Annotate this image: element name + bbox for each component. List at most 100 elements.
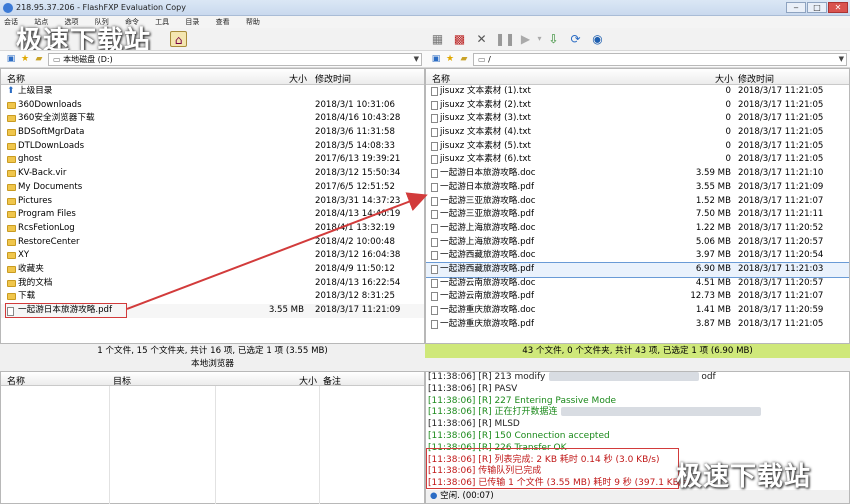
col-size[interactable]: 大小 — [715, 72, 733, 85]
file-size: 5.06 MB — [695, 236, 731, 247]
file-row[interactable]: 下载 2018/3/12 8:31:25 — [1, 290, 424, 304]
file-row[interactable]: jisuxz 文本素材 (5).txt 0 2018/3/17 11:21:05 — [426, 140, 849, 154]
folder-icon — [7, 224, 16, 232]
remote-file-panel: 名称 大小 修改时间 jisuxz 文本素材 (1).txt 0 2018/3/17… — [425, 68, 850, 344]
file-row[interactable]: 一起游上海旅游攻略.doc 1.22 MB 2018/3/17 11:20:52 — [426, 222, 849, 236]
file-size: 3.55 MB — [695, 181, 731, 192]
chevron-down-icon[interactable]: ▼ — [839, 54, 844, 65]
col-date[interactable]: 修改时间 — [738, 72, 774, 85]
file-date: 2018/3/17 11:21:07 — [738, 291, 824, 302]
col-note[interactable]: 备注 — [323, 374, 341, 387]
file-row[interactable]: RestoreCenter 2018/4/2 10:00:48 — [1, 236, 424, 250]
file-size: 3.97 MB — [695, 250, 731, 261]
file-size: 1.41 MB — [695, 305, 731, 315]
file-name: 一起游日本旅游攻略.pdf — [440, 181, 535, 192]
file-row[interactable]: 一起游云南旅游攻略.pdf 12.73 MB 2018/3/17 11:21:07 — [426, 290, 849, 304]
home-icon[interactable]: ⌂ — [170, 31, 187, 47]
file-row[interactable]: 收藏夹 2018/4/9 11:50:12 — [1, 263, 424, 277]
file-icon — [431, 264, 438, 274]
folder-up-icon[interactable]: ▰ — [459, 54, 469, 64]
file-row[interactable]: BDSoftMgrData 2018/3/6 11:31:58 — [1, 126, 424, 140]
file-date: 2018/4/9 11:50:12 — [315, 263, 395, 274]
file-date: 2018/3/5 14:08:33 — [315, 140, 395, 151]
file-size: 0 — [725, 127, 731, 138]
file-row[interactable]: jisuxz 文本素材 (6).txt 0 2018/3/17 11:21:05 — [426, 153, 849, 167]
drive-icon: ▭ — [53, 55, 64, 64]
close-button[interactable]: ✕ — [828, 2, 848, 13]
col-name[interactable]: 名称 — [7, 72, 25, 85]
file-row[interactable]: 360Downloads 2018/3/1 10:31:06 — [1, 99, 424, 113]
file-size: 0 — [725, 86, 731, 96]
col-name[interactable]: 名称 — [7, 374, 25, 387]
file-row[interactable]: My Documents 2017/6/5 12:51:52 — [1, 181, 424, 195]
log-line: [11:38:06] [R] 227 Entering Passive Mode — [426, 396, 849, 408]
connect-icon[interactable]: ▦ — [429, 31, 446, 47]
log-line: [11:38:06] [R] 正在打开数据连 — [426, 407, 849, 419]
col-target[interactable]: 目标 — [113, 374, 131, 387]
file-row[interactable]: 一起游三亚旅游攻略.doc 1.52 MB 2018/3/17 11:21:07 — [426, 195, 849, 209]
file-row[interactable]: jisuxz 文本素材 (3).txt 0 2018/3/17 11:21:05 — [426, 112, 849, 126]
menu-item[interactable]: 工具 — [155, 18, 169, 26]
parent-dir-row[interactable]: ⬆ 上级目录 — [1, 85, 424, 99]
log-text: [11:38:06] [R] PASV — [428, 383, 518, 394]
file-name: Program Files — [18, 209, 76, 220]
col-size[interactable]: 大小 — [289, 72, 307, 85]
file-row[interactable]: ghost 2017/6/13 19:39:21 — [1, 153, 424, 167]
file-row[interactable]: jisuxz 文本素材 (4).txt 0 2018/3/17 11:21:05 — [426, 126, 849, 140]
file-row[interactable]: 一起游西藏旅游攻略.doc 3.97 MB 2018/3/17 11:20:54 — [426, 249, 849, 263]
file-row[interactable]: jisuxz 文本素材 (1).txt 0 2018/3/17 11:21:05 — [426, 85, 849, 99]
file-row[interactable]: 一起游三亚旅游攻略.pdf 7.50 MB 2018/3/17 11:21:11 — [426, 208, 849, 222]
minimize-button[interactable]: ‒ — [786, 2, 806, 13]
file-row[interactable]: Program Files 2018/4/13 14:40:19 — [1, 208, 424, 222]
file-row[interactable]: 一起游上海旅游攻略.pdf 5.06 MB 2018/3/17 11:20:57 — [426, 236, 849, 250]
file-row[interactable]: 一起游西藏旅游攻略.pdf 6.90 MB 2018/3/17 11:21:03 — [426, 261, 849, 278]
file-row[interactable]: jisuxz 文本素材 (2).txt 0 2018/3/17 11:21:05 — [426, 99, 849, 113]
file-row[interactable]: DTLDownLoads 2018/3/5 14:08:33 — [1, 140, 424, 154]
file-date: 2018/3/17 11:20:57 — [738, 236, 824, 247]
file-row[interactable]: 一起游日本旅游攻略.pdf 3.55 MB 2018/3/17 11:21:09 — [426, 181, 849, 195]
file-icon — [431, 114, 438, 124]
left-path-field[interactable]: ▭ 本地磁盘 (D:) ▼ — [48, 53, 422, 66]
maximize-button[interactable]: □ — [807, 2, 827, 13]
file-row[interactable]: Pictures 2018/3/31 14:37:23 — [1, 195, 424, 209]
file-size: 0 — [725, 154, 731, 165]
globe-icon[interactable]: ◉ — [589, 31, 606, 47]
file-row[interactable]: 一起游日本旅游攻略.pdf 3.55 MB 2018/3/17 11:21:09 — [1, 303, 424, 318]
pause-icon[interactable]: ❚❚ — [495, 31, 515, 47]
chevron-down-icon[interactable]: ▼ — [414, 54, 419, 65]
star-icon[interactable]: ★ — [445, 54, 455, 64]
file-icon — [431, 237, 438, 247]
menu-item[interactable]: 查看 — [216, 18, 230, 26]
file-row[interactable]: 一起游重庆旅游攻略.pdf 3.87 MB 2018/3/17 11:21:05 — [426, 318, 849, 332]
refresh-icon[interactable]: ⟳ — [567, 31, 584, 47]
menu-item[interactable]: 帮助 — [246, 18, 260, 26]
up-arrow-icon: ⬆ — [7, 86, 15, 96]
file-row[interactable]: 一起游日本旅游攻略.doc 3.59 MB 2018/3/17 11:21:10 — [426, 167, 849, 181]
file-name: 一起游重庆旅游攻略.pdf — [440, 318, 535, 329]
menu-item[interactable]: 目录 — [185, 18, 199, 26]
disconnect-icon[interactable]: ▩ — [451, 31, 468, 47]
file-date: 2018/3/6 11:31:58 — [315, 127, 395, 138]
file-name: RestoreCenter — [18, 236, 80, 247]
computer-icon[interactable]: ▣ — [431, 54, 441, 64]
file-date: 2018/3/12 15:50:34 — [315, 168, 401, 179]
file-row[interactable]: 360安全浏览器下载 2018/4/16 10:43:28 — [1, 112, 424, 126]
file-row[interactable]: 我的文档 2018/4/13 16:22:54 — [1, 277, 424, 291]
folder-up-icon[interactable]: ▰ — [34, 54, 44, 64]
col-size[interactable]: 大小 — [299, 374, 317, 387]
abort-icon[interactable]: ✕ — [473, 31, 490, 47]
file-row[interactable]: KV-Back.vir 2018/3/12 15:50:34 — [1, 167, 424, 181]
transfer-icon[interactable]: ⇩ — [545, 31, 562, 47]
column-divider — [319, 386, 320, 504]
file-size: 0 — [725, 113, 731, 124]
right-path-field[interactable]: ▭ / ▼ — [473, 53, 847, 66]
file-row[interactable]: XY 2018/3/12 16:04:38 — [1, 249, 424, 263]
file-row[interactable]: 一起游重庆旅游攻略.doc 1.41 MB 2018/3/17 11:20:59 — [426, 304, 849, 318]
computer-icon[interactable]: ▣ — [6, 54, 16, 64]
folder-icon — [7, 142, 16, 150]
file-row[interactable]: 一起游云南旅游攻略.doc 4.51 MB 2018/3/17 11:20:57 — [426, 277, 849, 291]
col-date[interactable]: 修改时间 — [315, 72, 351, 85]
file-row[interactable]: RcsFetionLog 2018/4/1 13:32:19 — [1, 222, 424, 236]
star-icon[interactable]: ★ — [20, 54, 30, 64]
col-name[interactable]: 名称 — [432, 72, 450, 85]
